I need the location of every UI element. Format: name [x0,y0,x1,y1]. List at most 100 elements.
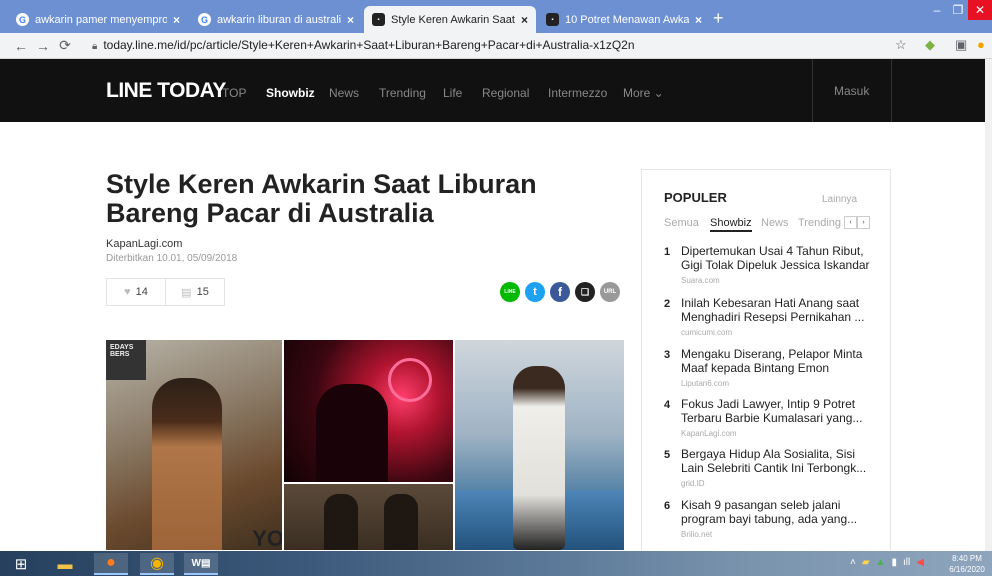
tab-close-icon[interactable]: × [695,13,702,27]
share-url-icon[interactable]: URL [600,282,620,302]
photo-person [152,378,222,550]
restore-button[interactable]: ❐ [948,0,968,20]
tab-label: 10 Potret Menawan Awkarin saat [565,13,689,26]
system-tray: ˄ ▰ ▲ ▮ ıll ◀ [850,557,924,568]
forward-arrow-icon[interactable]: → [32,38,54,54]
article-title: Style Keren Awkarin Saat Liburan Bareng … [106,169,537,228]
popular-tabs: Semua Showbiz News Trending [664,210,842,234]
line-today-logo[interactable]: LINE TODAY [106,79,226,103]
browser-tab-3-active[interactable]: ▪ Style Keren Awkarin Saat Liburan × [364,6,536,33]
popular-tab-arrows: ‹ › [844,216,870,229]
popular-source: Liputan6.com [681,379,730,388]
firefox-icon[interactable]: ● [94,553,128,575]
update-icon[interactable]: ● [977,37,985,52]
google-icon: G [198,13,211,26]
address-bar[interactable]: 🔒︎ today.line.me/id/pc/article/Style+Kere… [92,38,635,52]
back-arrow-icon[interactable]: ← [10,38,32,54]
article-photo-1: EDAYS BERS YO [106,340,282,550]
nav-intermezzo[interactable]: Intermezzo [548,86,607,100]
close-window-button[interactable]: ✕ [968,0,992,20]
new-tab-button[interactable]: + [713,8,724,29]
bookmark-icon[interactable]: ❑ [575,282,595,302]
nav-life[interactable]: Life [443,86,462,100]
popular-rank: 3 [664,349,671,361]
photo-person [384,494,418,550]
nav-more[interactable]: More ⌄ [623,86,664,100]
popular-headline: Fokus Jadi Lawyer, Intip 9 Potret Terbar… [681,397,863,425]
share-twitter-icon[interactable]: t [525,282,545,302]
network-icon[interactable]: ▮ [891,557,897,568]
article-stats: ♥ 14 ▤ 15 [106,278,225,306]
minimize-button[interactable]: – [926,0,948,20]
tab-semua[interactable]: Semua [664,217,699,229]
share-facebook-icon[interactable]: f [550,282,570,302]
windows-taskbar: ⊞ ▬ ● ◉ W▤ ˄ ▰ ▲ ▮ ıll ◀ 8:40 PM 6/16/20… [0,551,992,576]
article-source[interactable]: KapanLagi.com [106,238,182,250]
tab-label: awkarin liburan di australia - Pen [217,13,341,26]
like-button[interactable]: ♥ 14 [107,279,166,305]
browser-tab-1[interactable]: G awkarin pamer menyemprotkan × [8,6,188,33]
tab-close-icon[interactable]: × [521,13,528,27]
article-photo-3 [284,484,453,550]
tray-app-icon[interactable]: ▰ [862,557,870,568]
tab-showbiz[interactable]: Showbiz [710,217,752,232]
tab-news[interactable]: News [761,217,789,229]
tab-close-icon[interactable]: × [347,13,354,27]
start-icon[interactable]: ⊞ [4,553,38,575]
heart-icon: ♥ [124,286,131,298]
comment-icon: ▤ [181,286,192,299]
popular-source: grid.ID [681,479,705,488]
popular-title: POPULER [664,190,727,205]
tab-label: awkarin pamer menyemprotkan [35,13,167,26]
neon-light [388,358,432,402]
login-link[interactable]: Masuk [834,84,869,98]
page-scrollbar[interactable] [985,59,992,551]
popular-rank: 5 [664,449,671,461]
popular-headline: Mengaku Diserang, Pelapor Minta Maaf kep… [681,347,863,375]
volume-icon[interactable]: ◀ [916,557,924,568]
nav-showbiz[interactable]: Showbiz [266,86,315,100]
sign-text: EDAYS [110,344,134,351]
profile-icon[interactable]: ▣ [955,37,967,53]
tab-close-icon[interactable]: × [173,13,180,27]
tab-trending[interactable]: Trending [798,217,841,229]
article-photo-2 [284,340,453,482]
nav-top[interactable]: TOP [222,86,246,100]
article-photo-4 [455,340,624,550]
popular-rank: 4 [664,399,671,411]
comment-button[interactable]: ▤ 15 [166,279,224,305]
popular-rank: 6 [664,500,671,512]
browser-tabstrip: G awkarin pamer menyemprotkan × G awkari… [0,0,992,33]
clock-time: 8:40 PM [952,554,982,563]
extension-icon[interactable]: ◆ [925,37,935,53]
nav-regional[interactable]: Regional [482,86,529,100]
login-area: Masuk [812,59,892,122]
word-icon[interactable]: W▤ [184,553,218,575]
signal-icon[interactable]: ıll [903,557,910,568]
reload-icon[interactable]: ⟳ [54,37,76,54]
chevron-right-icon[interactable]: › [857,216,870,229]
chevron-left-icon[interactable]: ‹ [844,216,857,229]
bookmark-star-icon[interactable]: ☆ [895,37,907,53]
popular-source: KapanLagi.com [681,429,737,438]
show-hidden-icons-icon[interactable]: ˄ [850,557,856,568]
drive-icon[interactable]: ▲ [876,557,886,568]
popular-rank: 2 [664,298,671,310]
google-icon: G [16,13,29,26]
photo-person [513,366,565,550]
nav-news[interactable]: News [329,86,359,100]
browser-tab-4[interactable]: ▪ 10 Potret Menawan Awkarin saat × [538,6,710,33]
popular-source: Brilio.net [681,530,713,539]
taskbar-clock[interactable]: 8:40 PM 6/16/2020 [942,553,992,575]
popular-more-link[interactable]: Lainnya [822,194,857,205]
popular-source: Suara.com [681,276,720,285]
share-line-icon[interactable]: LINE [500,282,520,302]
photo-overlay-text: YO [252,526,282,550]
like-count: 14 [135,286,148,298]
browser-tab-2[interactable]: G awkarin liburan di australia - Pen × [190,6,362,33]
chrome-icon[interactable]: ◉ [140,553,174,575]
comment-count: 15 [196,286,209,298]
nav-trending[interactable]: Trending [379,86,426,100]
file-explorer-icon[interactable]: ▬ [48,553,82,575]
clock-date: 6/16/2020 [949,565,985,574]
